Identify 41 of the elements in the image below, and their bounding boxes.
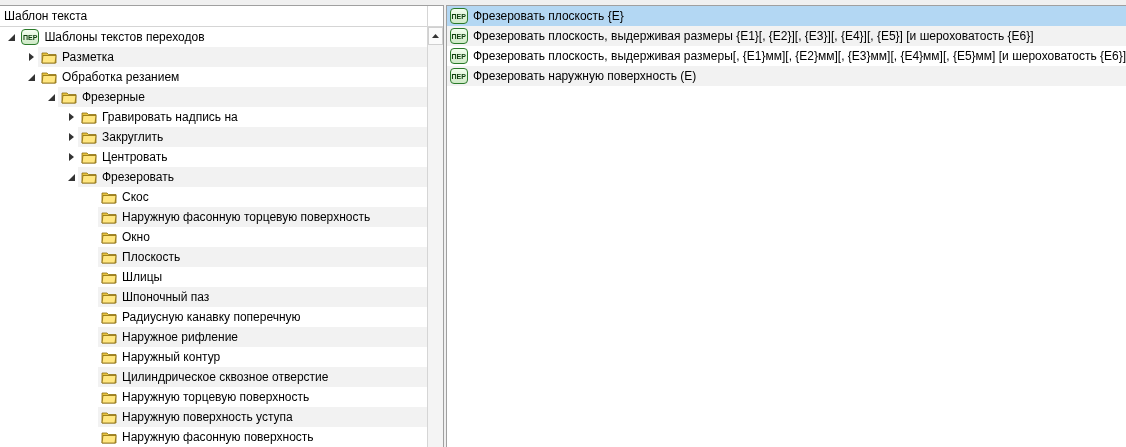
expand-arrow-icon[interactable]: [68, 113, 74, 121]
collapse-arrow-icon[interactable]: [7, 33, 15, 41]
folder-icon: [101, 410, 117, 424]
tree-item[interactable]: Разметка: [38, 47, 428, 67]
folder-icon: [101, 330, 117, 344]
folder-icon: [101, 250, 117, 264]
tree-item[interactable]: Наружную фасонную торцевую поверхность: [98, 207, 428, 227]
folder-icon: [101, 190, 117, 204]
tree-item[interactable]: Цилиндрическое сквозное отверстие: [98, 367, 428, 387]
folder-icon: [101, 270, 117, 284]
scrollbar[interactable]: [427, 27, 443, 447]
folder-icon: [101, 310, 117, 324]
folder-icon: [101, 210, 117, 224]
scroll-up-button[interactable]: [428, 27, 443, 45]
tree-item[interactable]: Закруглить: [78, 127, 428, 147]
tree-item[interactable]: Шпоночный паз: [98, 287, 428, 307]
tree-item[interactable]: Фрезеровать: [78, 167, 428, 187]
folder-icon: [61, 90, 77, 104]
folder-icon: [81, 110, 97, 124]
folder-icon: [81, 170, 97, 184]
collapse-arrow-icon[interactable]: [67, 173, 75, 181]
tree-item[interactable]: Наружное рифление: [98, 327, 428, 347]
folder-icon: [41, 50, 57, 64]
expand-arrow-icon[interactable]: [68, 153, 74, 161]
folder-icon: [81, 150, 97, 164]
collapse-arrow-icon[interactable]: [27, 73, 35, 81]
folder-icon: [101, 390, 117, 404]
tree-item[interactable]: Плоскость: [98, 247, 428, 267]
folder-icon: [101, 370, 117, 384]
tree-item[interactable]: Фрезерные: [58, 87, 428, 107]
expand-arrow-icon[interactable]: [68, 133, 74, 141]
folder-icon: [81, 130, 97, 144]
expand-arrow-icon[interactable]: [28, 53, 34, 61]
folder-icon: [101, 290, 117, 304]
folder-icon: [101, 230, 117, 244]
folder-icon: [101, 430, 117, 444]
tree-item[interactable]: Наружную поверхность уступа: [98, 407, 428, 427]
folder-icon: [101, 350, 117, 364]
collapse-arrow-icon[interactable]: [47, 93, 55, 101]
up-arrow-icon: [432, 34, 439, 38]
folder-icon: [41, 70, 57, 84]
